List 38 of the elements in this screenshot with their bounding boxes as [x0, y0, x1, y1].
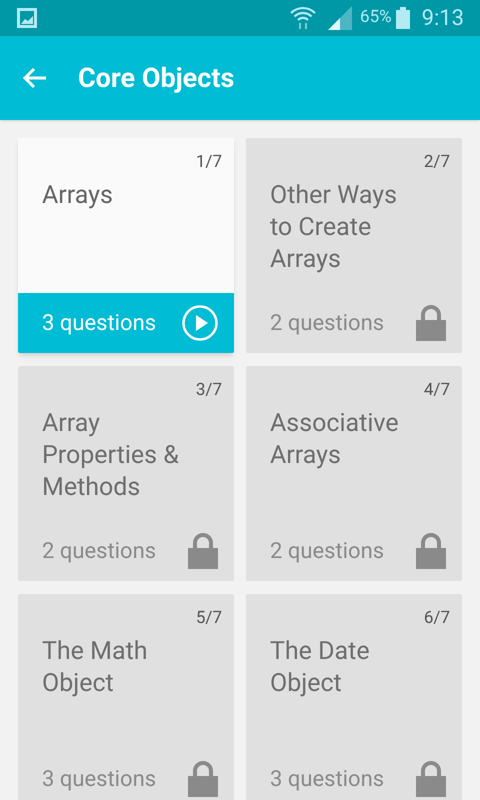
lesson-title: Associative Arrays: [270, 408, 400, 472]
lesson-number: 3/7: [196, 379, 222, 402]
question-count: 3 questions: [42, 310, 156, 338]
lesson-number: 4/7: [424, 379, 450, 402]
clock: 9:13: [422, 4, 464, 32]
lock-icon: [416, 305, 446, 341]
lesson-title: Arrays: [42, 180, 114, 212]
lock-icon: [188, 533, 218, 569]
lesson-card[interactable]: 1/7 Arrays 3 questions: [18, 138, 234, 353]
lesson-number: 2/7: [424, 151, 450, 174]
question-count: 3 questions: [270, 766, 384, 794]
battery-percent: 65%: [360, 6, 392, 30]
image-icon: [16, 7, 38, 29]
lesson-number: 5/7: [196, 607, 222, 630]
lock-icon: [188, 761, 218, 797]
screen-title: Core Objects: [78, 60, 234, 96]
question-count: 2 questions: [270, 538, 384, 566]
lesson-card[interactable]: 5/7 The Math Object 3 questions: [18, 594, 234, 800]
lesson-card[interactable]: 4/7 Associative Arrays 2 questions: [246, 366, 462, 581]
lock-icon: [416, 761, 446, 797]
battery-icon: [396, 7, 410, 29]
lesson-title: The Date Object: [270, 636, 371, 700]
wifi-icon: [290, 6, 316, 30]
signal-icon: [328, 6, 352, 30]
lesson-card[interactable]: 3/7 Array Properties & Methods 2 questions: [18, 366, 234, 581]
lesson-title: Other Ways to Create Arrays: [270, 180, 398, 276]
back-arrow-icon[interactable]: [22, 66, 48, 90]
question-count: 3 questions: [42, 766, 156, 794]
lock-icon: [416, 533, 446, 569]
lesson-title: The Math Object: [42, 636, 149, 700]
lesson-number: 1/7: [196, 151, 222, 174]
lesson-title: Array Properties & Methods: [42, 408, 180, 504]
lesson-card[interactable]: 2/7 Other Ways to Create Arrays 2 questions: [246, 138, 462, 353]
question-count: 2 questions: [42, 538, 156, 566]
lesson-number: 6/7: [424, 607, 450, 630]
lesson-card[interactable]: 6/7 The Date Object 3 questions: [246, 594, 462, 800]
question-count: 2 questions: [270, 310, 384, 338]
play-icon[interactable]: [182, 305, 218, 341]
